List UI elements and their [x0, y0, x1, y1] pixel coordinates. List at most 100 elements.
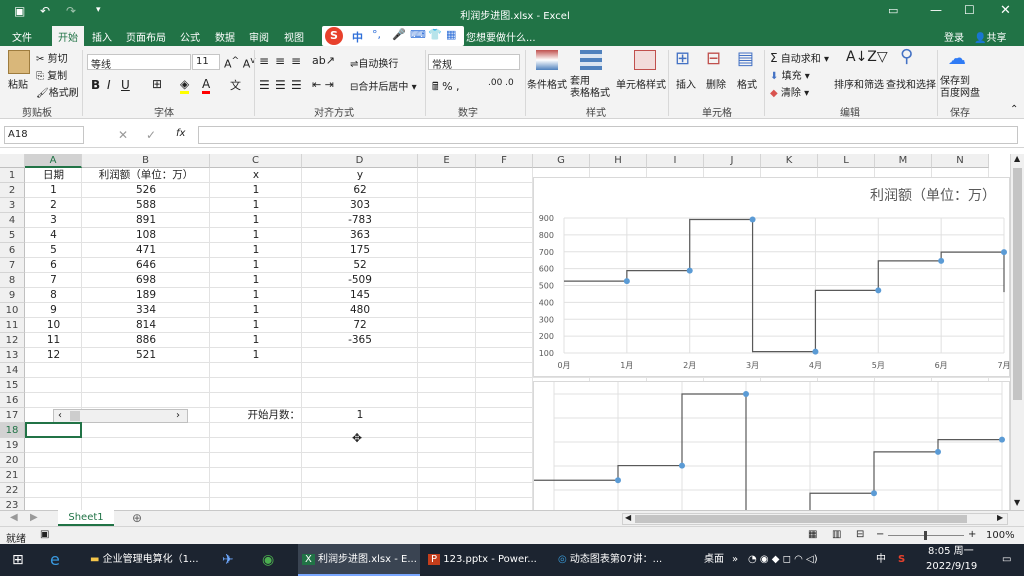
hscroll-thumb[interactable] — [635, 515, 967, 523]
tab-data[interactable]: 数据 — [215, 29, 235, 44]
step-chart-1[interactable]: 利润额（单位：万） 100 200 300 400 500 600 700 800 900 0月 1月… — [533, 177, 1011, 377]
table-cell[interactable]: 363 — [302, 228, 418, 243]
row-header-20[interactable]: 20 — [0, 453, 25, 468]
cell-styles-button[interactable]: 单元格样式 — [616, 76, 666, 91]
table-cell[interactable]: 1 — [210, 288, 302, 303]
sort-filter-icon[interactable]: A↓Z▽ — [846, 50, 888, 64]
taskbar-powerpoint[interactable]: P 123.pptx - Power... — [428, 544, 550, 576]
taskbar-video[interactable]: ◎ 动态图表第07讲：... — [558, 544, 678, 576]
format-table-icon[interactable] — [580, 50, 602, 70]
page-break-view-icon[interactable]: ⊟ — [856, 529, 864, 540]
column-header-k[interactable]: K — [761, 154, 818, 168]
macro-record-icon[interactable]: ▣ — [40, 529, 49, 540]
row-header-13[interactable]: 13 — [0, 348, 25, 363]
header-cell[interactable]: 日期 — [25, 168, 82, 183]
minimize-icon[interactable]: — — [930, 4, 942, 16]
table-cell[interactable]: 1 — [210, 318, 302, 333]
row-header-6[interactable]: 6 — [0, 243, 25, 258]
table-cell[interactable]: 480 — [302, 303, 418, 318]
table-cell[interactable]: 11 — [25, 333, 82, 348]
column-header-m[interactable]: M — [875, 154, 932, 168]
row-header-18[interactable]: 18 — [0, 423, 25, 438]
table-cell[interactable]: -365 — [302, 333, 418, 348]
qat-dropdown-icon[interactable]: ▾ — [96, 6, 101, 15]
decimal-icon[interactable]: .00 .0 — [488, 78, 514, 88]
save-icon[interactable]: ▣ — [14, 5, 25, 17]
header-cell[interactable]: 利润额（单位：万） — [82, 168, 210, 183]
table-cell[interactable]: -509 — [302, 273, 418, 288]
name-box[interactable]: A18 — [4, 126, 84, 144]
taskbar-excel[interactable]: X 利润步进图.xlsx - E... — [298, 544, 420, 576]
sort-filter-button[interactable]: 排序和筛选 — [834, 76, 884, 91]
zoom-thumb[interactable] — [924, 531, 927, 540]
delete-cells-button[interactable]: 删除 — [706, 76, 726, 91]
scroll-thumb[interactable] — [70, 411, 80, 421]
scroll-up-icon[interactable]: ▲ — [1014, 154, 1020, 163]
orientation-icon[interactable]: ab↗ — [312, 54, 335, 67]
currency-icon[interactable]: 🖩 % , — [432, 78, 460, 97]
zoom-out-icon[interactable]: − — [876, 529, 884, 540]
sheet-next-icon[interactable]: ▶ — [30, 512, 38, 523]
paste-button[interactable]: 粘贴 — [8, 76, 28, 91]
tab-page-layout[interactable]: 页面布局 — [126, 29, 166, 44]
table-cell[interactable]: 12 — [25, 348, 82, 363]
table-cell[interactable]: 9 — [25, 303, 82, 318]
column-header-j[interactable]: J — [704, 154, 761, 168]
tray-icons[interactable]: ◔ ◉ ◆ ◻ ◠ ◁) — [748, 544, 818, 576]
table-cell[interactable]: 1 — [25, 183, 82, 198]
header-cell[interactable]: x — [210, 168, 302, 183]
vertical-scrollbar[interactable]: ▲ ▼ — [1010, 154, 1024, 510]
month-scrollbar[interactable]: ‹ › — [53, 409, 188, 423]
feishu-icon[interactable]: ✈ — [222, 544, 234, 576]
table-cell[interactable]: 334 — [82, 303, 210, 318]
column-header-n[interactable]: N — [932, 154, 989, 168]
tab-formulas[interactable]: 公式 — [180, 29, 200, 44]
row-header-17[interactable]: 17 — [0, 408, 25, 423]
table-cell[interactable]: 698 — [82, 273, 210, 288]
merge-center-button[interactable]: ⊟合并后居中 ▾ — [350, 78, 417, 93]
table-cell[interactable]: 891 — [82, 213, 210, 228]
ribbon-display-icon[interactable]: ▭ — [888, 5, 898, 16]
hscroll-right-icon[interactable]: ▶ — [997, 513, 1003, 522]
row-header-9[interactable]: 9 — [0, 288, 25, 303]
insert-cells-icon[interactable]: ⊞ — [675, 50, 690, 68]
grow-font-icon[interactable]: A^ Av — [224, 55, 256, 71]
table-cell[interactable]: 886 — [82, 333, 210, 348]
table-cell[interactable]: 521 — [82, 348, 210, 363]
table-cell[interactable]: 1 — [210, 258, 302, 273]
save-baidu-button[interactable]: 保存到 百度网盘 — [940, 76, 980, 100]
table-cell[interactable]: -783 — [302, 213, 418, 228]
font-color-icon[interactable]: A — [202, 77, 211, 94]
row-header-15[interactable]: 15 — [0, 378, 25, 393]
wrap-text-button[interactable]: ⇌自动换行 — [350, 55, 398, 70]
phonetic-icon[interactable]: 文 — [230, 77, 241, 93]
page-layout-view-icon[interactable]: ▥ — [832, 529, 841, 540]
column-header-a[interactable]: A — [25, 154, 82, 168]
row-header-11[interactable]: 11 — [0, 318, 25, 333]
format-cells-icon[interactable]: ▤ — [737, 50, 754, 68]
border-icon[interactable]: ⊞ — [152, 77, 162, 91]
header-cell[interactable]: y — [302, 168, 418, 183]
row-header-1[interactable]: 1 — [0, 168, 25, 183]
table-cell[interactable]: 1 — [210, 273, 302, 288]
number-format-select[interactable]: 常规 — [428, 54, 520, 71]
font-name-select[interactable]: 等线 — [87, 54, 191, 71]
normal-view-icon[interactable]: ▦ — [808, 529, 817, 540]
align-left-icon[interactable]: ☰ — [259, 78, 270, 92]
active-cell-a18[interactable] — [25, 422, 82, 438]
table-cell[interactable]: 6 — [25, 258, 82, 273]
table-cell[interactable]: 3 — [25, 213, 82, 228]
conditional-format-button[interactable]: 条件格式 — [527, 76, 567, 91]
table-cell[interactable]: 1 — [210, 183, 302, 198]
scroll-left-icon[interactable]: ‹ — [58, 410, 62, 421]
table-cell[interactable]: 10 — [25, 318, 82, 333]
table-cell[interactable]: 471 — [82, 243, 210, 258]
table-cell[interactable]: 1 — [210, 243, 302, 258]
taskbar-explorer[interactable]: ▬ 企业管理电算化（1... — [90, 544, 210, 576]
column-header-f[interactable]: F — [476, 154, 533, 168]
ime-indicator[interactable]: 中 — [876, 544, 886, 576]
italic-button[interactable]: I — [107, 78, 111, 92]
row-header-8[interactable]: 8 — [0, 273, 25, 288]
signin-link[interactable]: 登录 — [944, 29, 964, 44]
row-header-21[interactable]: 21 — [0, 468, 25, 483]
